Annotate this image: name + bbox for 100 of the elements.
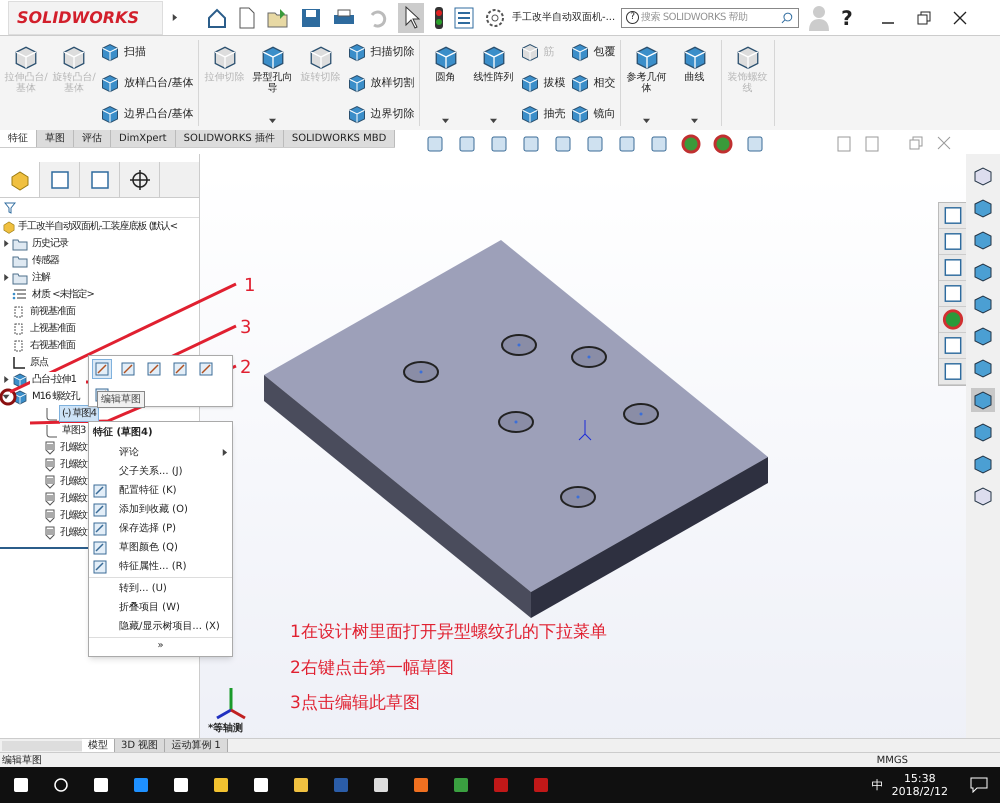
thread-icon xyxy=(44,474,56,488)
save-icon[interactable] xyxy=(300,6,322,28)
ribbon-button[interactable]: 异型孔向导 xyxy=(250,40,295,126)
block-icon xyxy=(520,104,540,124)
tree-root[interactable]: 手工改半自动双面机-工装座底板 (默认< xyxy=(18,219,178,234)
block-icon xyxy=(346,104,367,124)
panel-right-icon[interactable] xyxy=(865,136,880,152)
pencil-icon xyxy=(93,540,107,554)
block-icon xyxy=(634,44,660,70)
ribbon-button[interactable]: 镜向 xyxy=(570,104,616,124)
restore-icon[interactable] xyxy=(916,10,931,24)
appearance-sphere-icon[interactable] xyxy=(681,134,702,154)
block-icon xyxy=(346,73,367,93)
expand-arrow-icon[interactable] xyxy=(171,14,178,21)
block-icon xyxy=(100,42,120,62)
units-selector[interactable]: MMGS xyxy=(876,752,908,768)
expand-arrow-icon[interactable] xyxy=(2,240,10,247)
notification-icon[interactable] xyxy=(970,777,988,793)
caret-icon[interactable] xyxy=(643,117,650,124)
caret-icon[interactable] xyxy=(442,117,450,124)
expand-arrow-icon[interactable] xyxy=(2,376,10,383)
block-icon xyxy=(12,372,28,388)
bottom-tab[interactable]: 3D 视图 xyxy=(115,738,166,752)
new-document-icon[interactable] xyxy=(238,6,256,28)
search-field[interactable]: ? 搜索 SOLIDWORKS 帮助 xyxy=(621,8,800,28)
open-folder-icon[interactable] xyxy=(266,6,290,28)
ribbon-button[interactable]: 放样凸台/基体 xyxy=(100,73,194,93)
ribbon-button[interactable]: 拔模 xyxy=(520,73,566,93)
block-icon xyxy=(260,44,286,70)
command-tab[interactable]: DimXpert xyxy=(111,130,176,147)
block-icon xyxy=(12,388,28,404)
command-tab[interactable]: SOLIDWORKS MBD xyxy=(284,130,396,147)
block-icon xyxy=(480,44,507,70)
part-tab[interactable] xyxy=(0,162,40,197)
caret-icon[interactable] xyxy=(269,117,276,124)
status-message: 编辑草图 xyxy=(2,754,42,768)
scroll-bar[interactable] xyxy=(2,740,82,750)
pointer-icon[interactable] xyxy=(398,2,424,32)
document-title: 手工改半自动双面机-... xyxy=(512,10,616,25)
block-icon xyxy=(682,44,708,70)
block-icon xyxy=(13,44,39,70)
panel-left-icon[interactable] xyxy=(837,136,852,152)
ribbon-button[interactable]: 扫描 xyxy=(100,42,194,62)
clock-time: 15:38 xyxy=(904,772,936,785)
expand-arrow-icon[interactable] xyxy=(2,274,10,281)
collapse-arrow-icon[interactable] xyxy=(2,393,10,400)
input-method-indicator[interactable]: 中 xyxy=(872,776,884,794)
thread-icon xyxy=(44,440,56,454)
search-icon xyxy=(780,10,794,24)
close-icon[interactable] xyxy=(952,10,967,24)
help-button[interactable]: ? xyxy=(841,2,853,32)
block-icon xyxy=(570,73,590,93)
search-input[interactable]: 搜索 SOLIDWORKS 帮助 xyxy=(641,10,778,25)
block-icon xyxy=(520,73,540,93)
tree-item[interactable]: (-) 草图4 xyxy=(60,406,98,421)
thread-icon xyxy=(44,492,56,506)
command-tab[interactable]: 特征 xyxy=(0,130,37,147)
edit-sketch-icon[interactable] xyxy=(93,360,111,378)
ribbon-button[interactable]: 曲线 xyxy=(672,40,717,126)
logo: SOLIDWORKS xyxy=(8,0,163,34)
circle-icon[interactable] xyxy=(52,776,70,794)
caret-icon[interactable] xyxy=(490,117,498,124)
bottom-tab[interactable]: 运动算例 1 xyxy=(165,738,228,752)
block-icon xyxy=(308,44,334,70)
block-icon xyxy=(61,44,87,70)
ribbon-button[interactable]: 抽壳 xyxy=(520,104,566,124)
ribbon-button[interactable]: 放样切割 xyxy=(346,73,415,93)
ribbon-button[interactable]: 圆角 xyxy=(424,40,468,126)
filter-icon xyxy=(4,202,16,214)
ribbon-button[interactable]: 包覆 xyxy=(570,42,616,62)
block-icon xyxy=(570,104,590,124)
block-icon xyxy=(346,42,367,62)
origin-icon xyxy=(12,356,26,370)
instruction-text: 2右键点击第一幅草图 xyxy=(290,656,455,680)
part-icon xyxy=(2,220,16,234)
sketch-icon xyxy=(44,424,58,438)
ribbon-button[interactable]: 参考几何体 xyxy=(624,40,669,126)
ribbon-button[interactable]: 相交 xyxy=(570,73,616,93)
block-icon xyxy=(570,42,590,62)
bottom-tab[interactable]: 模型 xyxy=(82,738,115,752)
traffic-light-icon[interactable] xyxy=(434,6,444,30)
cube-icon[interactable] xyxy=(971,388,995,412)
thread-icon xyxy=(44,526,56,540)
ribbon-button[interactable]: 扫描切除 xyxy=(346,42,415,62)
tree-item[interactable]: 凸台-拉伸1 xyxy=(30,372,78,387)
command-tab[interactable]: 草图 xyxy=(37,130,74,147)
ribbon-button[interactable]: 边界凸台/基体 xyxy=(100,104,194,124)
ribbon-button[interactable]: 边界切除 xyxy=(346,104,415,124)
tree-item[interactable]: 原点 xyxy=(28,355,50,370)
menu-header: 特征 (草图4) xyxy=(92,426,154,440)
command-tab[interactable]: SOLIDWORKS 插件 xyxy=(176,130,284,147)
tooltip: 编辑草图 xyxy=(97,391,145,408)
instruction-text: 3点击编辑此草图 xyxy=(290,692,421,715)
thread-icon xyxy=(44,458,56,472)
caret-icon[interactable] xyxy=(691,117,698,124)
command-tab[interactable]: 评估 xyxy=(74,130,111,147)
block-icon xyxy=(520,42,540,62)
submenu-arrow-icon[interactable] xyxy=(221,449,228,456)
scene-sphere-icon[interactable] xyxy=(713,134,734,154)
ribbon-button[interactable]: 线性阵列 xyxy=(472,40,516,126)
